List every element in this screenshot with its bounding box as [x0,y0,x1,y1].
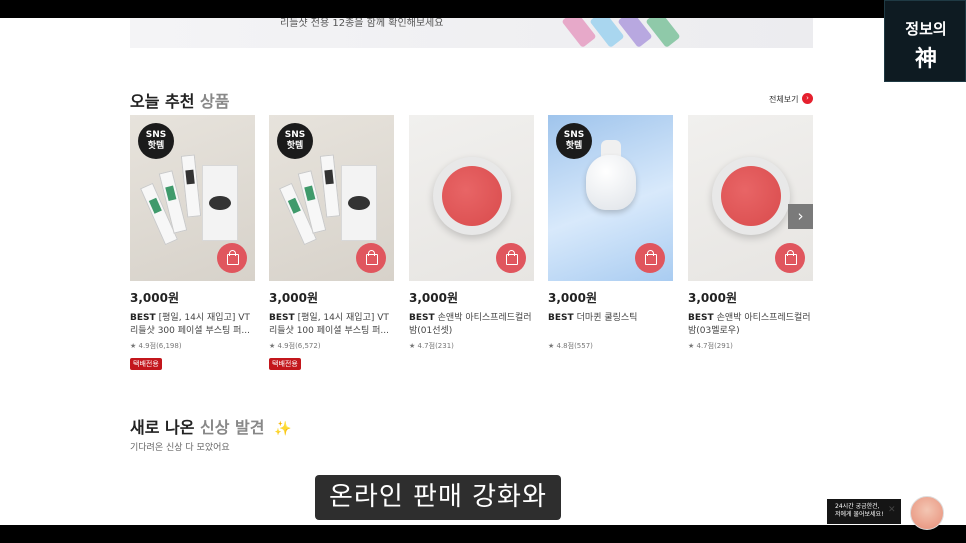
product-price: 3,000원 [688,291,737,305]
sns-hot-badge: SNS 핫템 [138,123,174,159]
product-card[interactable]: SNS 핫템 3,000원 BEST [평일, 14시 재입고] VT 리들샷 300 … [130,115,255,370]
logo-text-bottom: 神 [914,47,937,72]
product-price: 3,000원 [269,291,318,305]
product-card[interactable]: 3,000원 BEST 손앤박 아티스프레드컬러밤(03멜로우) ★ 4.7점(291… [688,115,813,351]
new-title-accent: 신상 발견 [200,418,265,437]
product-image[interactable] [688,115,813,281]
product-jar [433,157,511,235]
product-name[interactable]: BEST 더마퀸 쿨링스틱 [548,312,673,338]
recommend-title-accent: 상품 [200,92,230,111]
best-label: BEST [130,313,156,323]
product-packet [180,154,202,218]
store-page: 리들샷 전용 12종을 함께 확인해보세요 오늘 추천 상품 전체보기 › SN… [0,18,966,525]
new-title-main: 새로 나온 [130,418,195,437]
product-rating: ★ 4.9점(6,198) [130,342,182,350]
cart-icon[interactable] [496,243,526,273]
product-price: 3,000원 [130,291,179,305]
view-all-link[interactable]: 전체보기 [769,94,798,105]
product-name[interactable]: BEST [평일, 14시 재입고] VT 리들샷 300 페이셜 부스팅 퍼..… [130,312,255,338]
product-title: 더마퀸 쿨링스틱 [576,313,638,323]
banner-product-image [645,18,681,48]
cart-icon[interactable] [635,243,665,273]
channel-logo: 정보의 神 [884,0,966,82]
close-icon[interactable]: ✕ [888,505,896,515]
best-label: BEST [269,313,295,323]
product-rating: ★ 4.7점(231) [409,342,454,350]
product-image[interactable] [409,115,534,281]
product-jar [712,157,790,235]
product-rating: ★ 4.9점(6,572) [269,342,321,350]
carousel-next-button[interactable]: › [788,204,813,229]
best-label: BEST [409,313,435,323]
best-label: BEST [548,313,574,323]
promo-banner[interactable]: 리들샷 전용 12종을 함께 확인해보세요 [130,18,813,48]
product-card[interactable]: SNS 핫템 3,000원 BEST [평일, 14시 재입고] VT 리들샷 100 … [269,115,394,370]
sns-hot-badge: SNS 핫템 [277,123,313,159]
product-name[interactable]: BEST 손앤박 아티스프레드컬러밤(01선셋) [409,312,534,338]
chatbot-avatar[interactable] [910,496,944,530]
new-arrivals-subtitle: 기다려온 신상 다 모았어요 [130,443,230,453]
logo-text-top: 정보의 [905,20,947,38]
best-label: BEST [688,313,714,323]
product-card[interactable]: SNS 핫템 3,000원 BEST 더마퀸 쿨링스틱 ★ 4.8점(557) [548,115,673,351]
product-packet [319,154,341,218]
video-subtitle: 온라인 판매 강화와 [315,475,561,520]
product-name[interactable]: BEST 손앤박 아티스프레드컬러밤(03멜로우) [688,312,813,338]
product-box [341,165,377,241]
product-stick [586,155,636,210]
cart-icon[interactable] [775,243,805,273]
delivery-tag: 택배전용 [269,358,301,370]
recommend-title-main: 오늘 추천 [130,92,195,111]
recommend-section-title: 오늘 추천 상품 [130,88,229,112]
product-name[interactable]: BEST [평일, 14시 재입고] VT 리들샷 100 페이셜 부스팅 퍼..… [269,312,394,338]
product-price: 3,000원 [548,291,597,305]
product-box [202,165,238,241]
new-arrivals-title: 새로 나온 신상 발견 ✨ [130,414,292,438]
product-card[interactable]: 3,000원 BEST 손앤박 아티스프레드컬러밤(01선셋) ★ 4.7점(231) [409,115,534,351]
product-image[interactable]: SNS 핫템 [548,115,673,281]
sparkle-icon: ✨ [274,421,292,437]
cart-icon[interactable] [217,243,247,273]
product-rating: ★ 4.7점(291) [688,342,733,350]
chevron-right-icon[interactable]: › [802,93,813,104]
product-rating: ★ 4.8점(557) [548,342,593,350]
delivery-tag: 택배전용 [130,358,162,370]
product-price: 3,000원 [409,291,458,305]
cart-icon[interactable] [356,243,386,273]
product-image[interactable]: SNS 핫템 [130,115,255,281]
product-image[interactable]: SNS 핫템 [269,115,394,281]
banner-text: 리들샷 전용 12종을 함께 확인해보세요 [280,18,444,29]
sns-hot-badge: SNS 핫템 [556,123,592,159]
